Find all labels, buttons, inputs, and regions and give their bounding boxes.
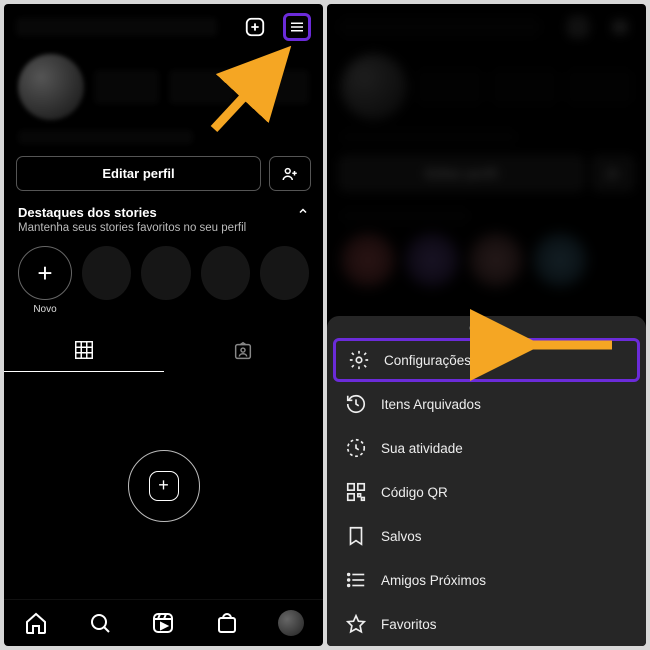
discover-people-button[interactable]	[592, 156, 634, 191]
nav-reels[interactable]	[150, 610, 176, 636]
story-placeholder	[260, 246, 309, 300]
menu-item-label: Configurações	[384, 353, 471, 368]
username-blur	[16, 18, 217, 36]
phone-menu: Editar perfil Configurações Itens Arquiva…	[327, 4, 646, 646]
activity-icon	[345, 437, 367, 459]
menu-item-history[interactable]: Itens Arquivados	[327, 382, 646, 426]
star-icon	[345, 613, 367, 635]
hamburger-menu-button[interactable]	[606, 13, 634, 41]
tab-tagged[interactable]	[164, 329, 324, 372]
story-new-label: Novo	[33, 304, 56, 315]
highlights-sub: Mantenha seus stories favoritos no seu p…	[18, 222, 309, 234]
highlights-title: Destaques dos stories	[18, 205, 157, 220]
menu-item-label: Sua atividade	[381, 441, 463, 456]
menu-item-activity[interactable]: Sua atividade	[327, 426, 646, 470]
nav-home[interactable]	[23, 610, 49, 636]
menu-item-label: Amigos Próximos	[381, 573, 486, 588]
bottom-nav	[4, 599, 323, 646]
plus-icon: +	[18, 246, 72, 300]
hamburger-menu-button[interactable]	[283, 13, 311, 41]
menu-item-label: Favoritos	[381, 617, 437, 632]
create-button[interactable]	[241, 13, 269, 41]
menu-item-label: Código QR	[381, 485, 448, 500]
menu-item-qr[interactable]: Código QR	[327, 470, 646, 514]
nav-search[interactable]	[87, 610, 113, 636]
nav-shop[interactable]	[214, 610, 240, 636]
display-name-blur	[18, 130, 193, 144]
story-placeholder	[82, 246, 131, 300]
create-first-post-button[interactable]: +	[128, 450, 200, 522]
dimmed-bg: Editar perfil	[327, 4, 646, 291]
menu-item-bookmark[interactable]: Salvos	[327, 514, 646, 558]
edit-profile-button[interactable]: Editar perfil	[16, 156, 261, 191]
stat-following[interactable]	[244, 70, 309, 104]
menu-item-star[interactable]: Favoritos	[327, 602, 646, 646]
header	[4, 4, 323, 50]
menu-item-settings[interactable]: Configurações	[333, 338, 640, 382]
menu-item-list[interactable]: Amigos Próximos	[327, 558, 646, 602]
bookmark-icon	[345, 525, 367, 547]
stat-followers[interactable]	[169, 70, 234, 104]
edit-profile-button[interactable]: Editar perfil	[339, 156, 584, 191]
settings-icon	[348, 349, 370, 371]
story-placeholder	[201, 246, 250, 300]
phone-profile: Editar perfil Destaques dos stories Mant…	[4, 4, 323, 646]
profile-tabs	[4, 329, 323, 372]
menu-item-label: Salvos	[381, 529, 422, 544]
create-button[interactable]	[564, 13, 592, 41]
plus-icon: +	[149, 471, 179, 501]
story-placeholder	[141, 246, 190, 300]
story-new[interactable]: + Novo	[18, 246, 72, 315]
stats-row	[4, 50, 323, 124]
menu-item-label: Itens Arquivados	[381, 397, 481, 412]
qr-icon	[345, 481, 367, 503]
stories-row[interactable]: + Novo	[4, 236, 323, 319]
empty-feed: +	[4, 372, 323, 599]
history-icon	[345, 393, 367, 415]
avatar[interactable]	[18, 54, 84, 120]
nav-profile[interactable]	[278, 610, 304, 636]
bottom-sheet-menu: Configurações Itens Arquivados Sua ativida…	[327, 316, 646, 646]
avatar-icon	[278, 610, 304, 636]
list-icon	[345, 569, 367, 591]
chevron-up-icon[interactable]	[297, 205, 309, 220]
tab-grid[interactable]	[4, 329, 164, 372]
discover-people-button[interactable]	[269, 156, 311, 191]
stat-posts[interactable]	[94, 70, 159, 104]
sheet-grabber[interactable]	[469, 326, 505, 330]
highlights-section: Destaques dos stories Mantenha seus stor…	[4, 203, 323, 236]
